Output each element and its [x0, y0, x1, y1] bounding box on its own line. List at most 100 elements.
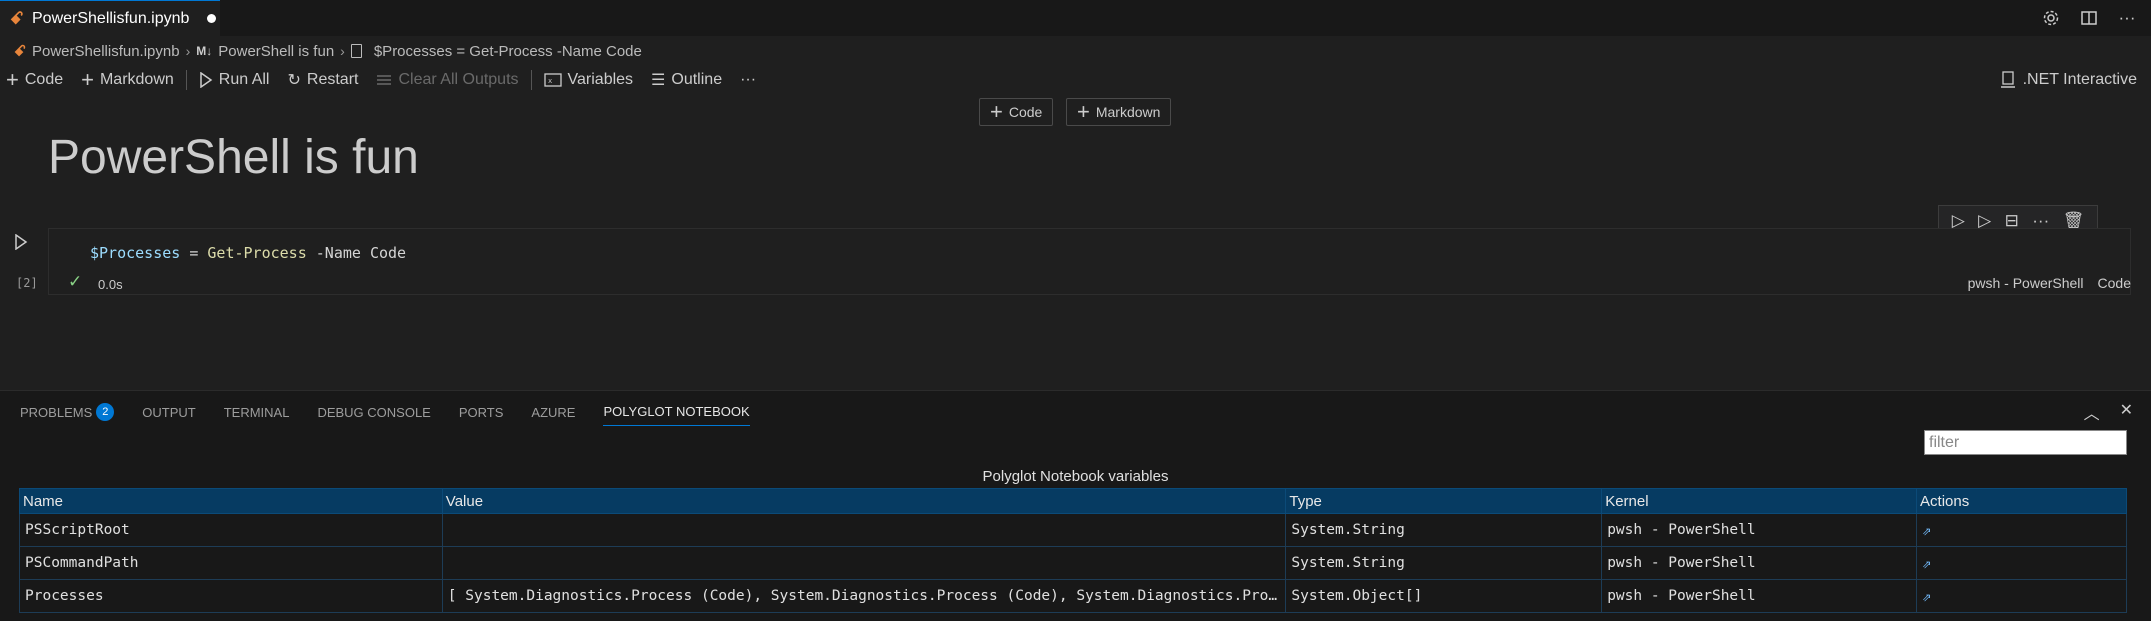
- variable-type: System.Object[]: [1285, 579, 1603, 613]
- variables-button[interactable]: x Variables: [543, 71, 634, 89]
- breadcrumb-section[interactable]: PowerShell is fun: [218, 43, 334, 60]
- share-icon[interactable]: ⇗: [1922, 521, 1931, 539]
- markdown-heading[interactable]: PowerShell is fun: [48, 130, 419, 185]
- editor-actions: ···: [2041, 0, 2137, 36]
- restart-label: Restart: [306, 71, 359, 88]
- chevron-up-icon[interactable]: ︿: [2084, 400, 2100, 424]
- run-all-button[interactable]: Run All: [199, 71, 270, 89]
- outline-label: Outline: [671, 71, 723, 88]
- more-actions-icon[interactable]: ···: [2117, 8, 2137, 28]
- column-header: Name: [19, 488, 443, 514]
- run-all-label: Run All: [218, 71, 270, 88]
- table-row: PSScriptRoot System.String pwsh - PowerS…: [19, 513, 2127, 547]
- share-icon[interactable]: ⇗: [1922, 587, 1931, 605]
- panel-tabs: PROBLEMS 2 OUTPUT TERMINAL DEBUG CONSOLE…: [20, 398, 750, 426]
- chevron-right-icon: ›: [185, 43, 191, 59]
- variable-name: PSCommandPath: [19, 546, 443, 580]
- actions-cell: ⇗: [1916, 546, 2127, 580]
- kernel-picker[interactable]: .NET Interactive: [2000, 68, 2137, 92]
- settings-gear-icon[interactable]: [2041, 8, 2061, 28]
- toolbar-divider: [530, 70, 532, 90]
- plus-icon: +: [1077, 99, 1090, 124]
- code-variable: $Processes: [90, 244, 181, 262]
- close-icon[interactable]: ✕: [2120, 400, 2133, 424]
- table-row: Processes [ System.Diagnostics.Process (…: [19, 579, 2127, 613]
- cell-kernel-info: pwsh - PowerShell Code: [1968, 275, 2131, 291]
- file-icon: [350, 44, 362, 58]
- variable-name: PSScriptRoot: [19, 513, 443, 547]
- outline-button[interactable]: ☰ Outline: [651, 70, 722, 90]
- tab-ports[interactable]: PORTS: [459, 398, 504, 426]
- column-header: Kernel: [1601, 488, 1918, 514]
- add-code-label: Code: [24, 71, 64, 88]
- tab-debug-console[interactable]: DEBUG CONSOLE: [317, 398, 430, 426]
- variables-icon: x: [543, 73, 562, 87]
- variable-value: [ System.Diagnostics.Process (Code), Sys…: [441, 579, 1287, 613]
- actions-cell: ⇗: [1916, 513, 2127, 547]
- variable-kernel: pwsh - PowerShell: [1601, 579, 1918, 613]
- tab-label: OUTPUT: [142, 404, 196, 420]
- variable-type: System.String: [1285, 546, 1603, 580]
- table-header-row: Name Value Type Kernel Actions: [19, 488, 2127, 514]
- run-cell-icon[interactable]: [14, 233, 28, 255]
- jupyter-notebook-icon: ꗃ: [14, 42, 26, 60]
- add-markdown-label: Markdown: [99, 71, 174, 88]
- execution-duration: 0.0s: [98, 277, 123, 292]
- jupyter-notebook-icon: ꗃ: [10, 8, 24, 28]
- variables-caption: Polyglot Notebook variables: [982, 468, 1169, 485]
- tab-azure[interactable]: AZURE: [531, 398, 575, 426]
- tab-label: TERMINAL: [223, 404, 290, 420]
- table-row: PSCommandPath System.String pwsh - Power…: [19, 546, 2127, 580]
- cell-language-picker[interactable]: Code: [2098, 275, 2131, 291]
- more-actions-button[interactable]: ···: [740, 71, 756, 89]
- code-command: Get-Process: [207, 244, 307, 262]
- editor-tab-bar: [0, 0, 2151, 36]
- plus-icon: +: [990, 99, 1003, 124]
- run-all-icon: [200, 72, 213, 88]
- actions-cell: ⇗: [1916, 579, 2127, 613]
- toolbar-divider: [185, 70, 187, 90]
- code-operator: =: [180, 244, 208, 262]
- editor-tab[interactable]: ꗃ PowerShellisfun.ipynb: [0, 0, 220, 36]
- column-header: Actions: [1916, 488, 2127, 514]
- tab-title: PowerShellisfun.ipynb: [32, 9, 190, 27]
- breadcrumb-cell[interactable]: $Processes = Get-Process -Name Code: [374, 43, 642, 60]
- tab-label: PROBLEMS: [20, 404, 93, 420]
- restart-button[interactable]: ↻ Restart: [287, 70, 358, 90]
- tab-terminal[interactable]: TERMINAL: [224, 398, 290, 426]
- variable-name: Processes: [19, 579, 443, 613]
- ellipsis-icon: ···: [740, 71, 757, 88]
- split-editor-icon[interactable]: [2079, 8, 2099, 28]
- add-code-cell-button[interactable]: + Code: [6, 69, 63, 91]
- add-markdown-cell-button[interactable]: + Markdown: [81, 69, 174, 91]
- column-header: Value: [441, 488, 1287, 514]
- unsaved-dot-icon[interactable]: [207, 14, 217, 23]
- tab-output[interactable]: OUTPUT: [142, 398, 195, 426]
- restart-icon: ↻: [287, 72, 301, 89]
- panel-actions: ︿ ✕: [2084, 400, 2133, 424]
- insert-markdown-button[interactable]: + Markdown: [1066, 98, 1172, 126]
- variable-type: System.String: [1285, 513, 1603, 547]
- list-icon: ☰: [651, 72, 666, 89]
- column-header: Type: [1285, 488, 1603, 514]
- share-icon[interactable]: ⇗: [1922, 554, 1931, 572]
- kernel-label: .NET Interactive: [2022, 71, 2137, 88]
- filter-input[interactable]: [1924, 430, 2127, 455]
- markdown-icon: M↓: [196, 44, 213, 58]
- tab-polyglot-notebook[interactable]: POLYGLOT NOTEBOOK: [603, 398, 750, 426]
- tab-problems[interactable]: PROBLEMS 2: [20, 398, 115, 426]
- svg-text:x: x: [548, 77, 552, 85]
- variable-value: [441, 513, 1287, 547]
- variable-kernel: pwsh - PowerShell: [1601, 546, 1918, 580]
- variable-kernel: pwsh - PowerShell: [1601, 513, 1918, 547]
- cell-kernel-picker[interactable]: pwsh - PowerShell: [1968, 275, 2084, 291]
- insert-code-button[interactable]: + Code: [979, 98, 1054, 126]
- clear-all-outputs-button[interactable]: Clear All Outputs: [376, 71, 519, 89]
- variables-label: Variables: [567, 71, 634, 88]
- server-icon: [2000, 71, 2015, 88]
- breadcrumb-file[interactable]: PowerShellisfun.ipynb: [32, 43, 180, 60]
- notebook-toolbar: + Code + Markdown Run All ↻ Restart Clea…: [6, 68, 774, 92]
- clear-all-label: Clear All Outputs: [398, 71, 519, 88]
- code-line[interactable]: $Processes = Get-Process -Name Code: [90, 244, 406, 262]
- tab-label: AZURE: [531, 404, 576, 420]
